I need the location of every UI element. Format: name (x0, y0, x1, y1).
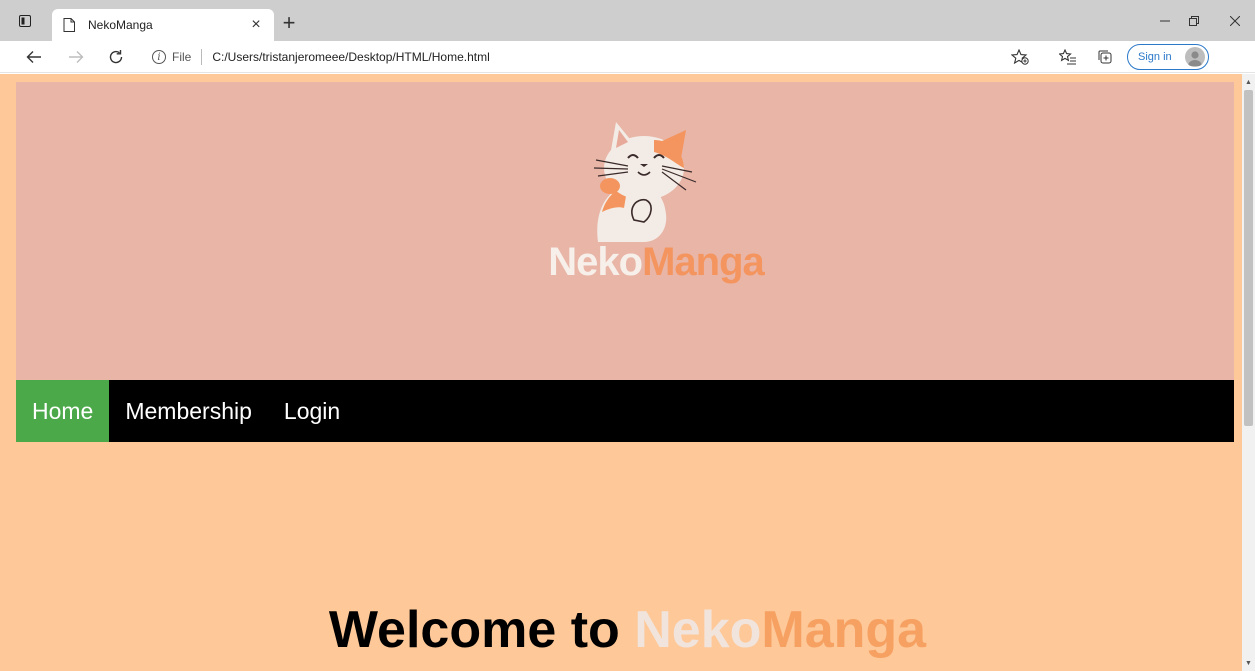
welcome-heading: Welcome to NekoManga (0, 600, 1242, 660)
back-arrow-icon[interactable] (20, 41, 48, 73)
browser-toolbar: i File C:/Users/tristanjeromeee/Desktop/… (0, 41, 1255, 106)
site-logo[interactable]: NekoManga (536, 112, 776, 292)
address-bar[interactable]: i File C:/Users/tristanjeromeee/Desktop/… (142, 44, 1044, 70)
refresh-icon[interactable] (102, 41, 130, 73)
address-divider (201, 49, 203, 65)
site-navbar: Home Membership Login (16, 380, 1234, 442)
logo-manga: Manga (642, 240, 765, 284)
sign-in-label: Sign in (1138, 51, 1172, 63)
info-icon[interactable]: i (152, 50, 166, 64)
page-viewport: NekoManga Home Membership Login Welcome … (0, 74, 1242, 671)
welcome-neko: Neko (634, 601, 762, 659)
favorites-icon[interactable] (1054, 41, 1082, 73)
new-tab-button[interactable]: + (278, 10, 300, 36)
collections-icon[interactable] (1091, 41, 1119, 73)
scroll-down-icon[interactable]: ▼ (1242, 657, 1255, 669)
avatar-icon (1185, 47, 1205, 67)
nav-membership[interactable]: Membership (109, 380, 268, 442)
forward-arrow-icon (62, 41, 90, 73)
address-scheme: File (172, 50, 192, 64)
page-scrollbar[interactable]: ▲ ▼ (1242, 74, 1255, 671)
logo-neko: Neko (548, 240, 643, 284)
welcome-prefix: Welcome to (328, 601, 635, 659)
site-header: NekoManga (16, 82, 1234, 380)
address-url[interactable]: C:/Users/tristanjeromeee/Desktop/HTML/Ho… (212, 50, 489, 64)
welcome-manga: Manga (761, 601, 927, 659)
title-bar: NekoManga × + (0, 0, 1255, 41)
scroll-up-icon[interactable]: ▲ (1242, 76, 1255, 88)
close-icon[interactable] (1218, 0, 1252, 41)
browser-tab[interactable]: NekoManga × (52, 9, 274, 41)
cat-logo-icon (593, 122, 697, 242)
tab-actions-icon[interactable] (14, 0, 36, 41)
tab-close-icon[interactable]: × (244, 13, 268, 37)
logo-wordmark: NekoManga (536, 240, 776, 285)
nav-login[interactable]: Login (268, 380, 356, 442)
tab-title: NekoManga (88, 18, 153, 32)
scroll-thumb[interactable] (1244, 90, 1253, 426)
restore-icon[interactable] (1177, 0, 1211, 41)
sign-in-button[interactable]: Sign in (1127, 44, 1209, 70)
page-icon (62, 18, 76, 32)
nav-home[interactable]: Home (16, 380, 110, 442)
add-favorite-icon[interactable] (1006, 41, 1034, 73)
